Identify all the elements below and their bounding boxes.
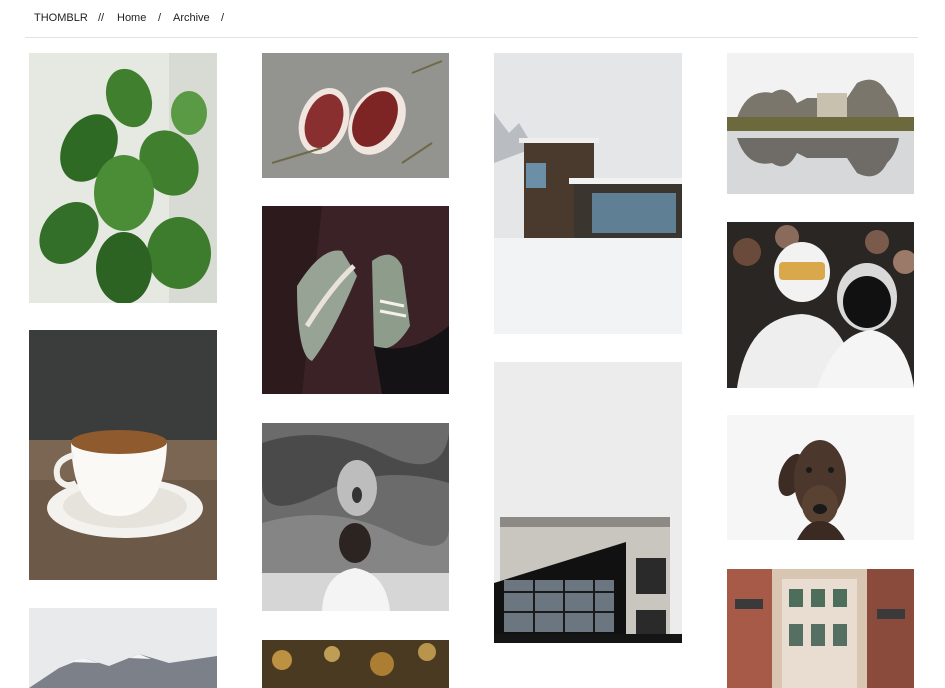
photo-coffee[interactable] (29, 330, 217, 580)
nav-archive-link[interactable]: Archive (173, 12, 210, 24)
photo-modern-building[interactable] (494, 362, 682, 643)
photo-mountain[interactable] (29, 608, 217, 688)
nav-separator: // (98, 12, 105, 24)
photo-house-snow[interactable] (494, 53, 682, 334)
photo-daft-punk[interactable] (727, 222, 914, 388)
photo-bokeh[interactable] (262, 640, 449, 688)
photo-venice[interactable] (727, 569, 914, 688)
photo-sneakers[interactable] (262, 206, 449, 394)
nav-home-link[interactable]: Home (117, 12, 146, 24)
nav-separator: / (221, 12, 225, 24)
photo-plant[interactable] (29, 53, 217, 303)
nav-separator: / (158, 12, 162, 24)
top-navigation: THOMBLR // Home / Archive / (25, 0, 918, 38)
photo-dog[interactable] (727, 415, 914, 540)
photo-rock-house[interactable] (727, 53, 914, 194)
photo-scream[interactable] (262, 423, 449, 611)
site-title-link[interactable]: THOMBLR (34, 12, 88, 24)
photo-steaks[interactable] (262, 53, 449, 178)
